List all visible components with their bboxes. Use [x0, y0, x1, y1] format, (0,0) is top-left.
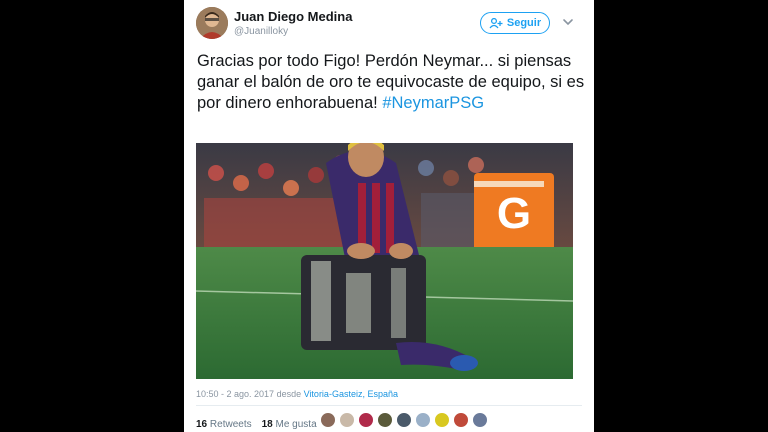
likes-stat[interactable]: 18 Me gusta: [262, 419, 317, 430]
likes-count: 18: [261, 419, 273, 430]
liker-avatar[interactable]: [472, 412, 488, 428]
retweets-label: Retweets: [209, 419, 252, 430]
liker-avatar[interactable]: [434, 412, 450, 428]
liker-avatar[interactable]: [415, 412, 431, 428]
follow-button[interactable]: Seguir: [480, 12, 550, 34]
tweet-card: Juan Diego Medina @Juanilloky Seguir Gra…: [184, 0, 594, 432]
liker-avatar[interactable]: [453, 412, 469, 428]
tweet-photo[interactable]: G: [196, 143, 573, 379]
liker-avatar[interactable]: [377, 412, 393, 428]
tweet-timestamp: 10:50 - 2 ago. 2017 desde Vitoria-Gastei…: [196, 389, 398, 399]
retweets-stat[interactable]: 16 Retweets: [196, 419, 252, 430]
location-link[interactable]: Vitoria-Gasteiz, España: [304, 389, 398, 399]
user-handle[interactable]: @Juanilloky: [234, 26, 288, 37]
liker-avatar[interactable]: [358, 412, 374, 428]
add-person-icon: [489, 17, 503, 28]
tweet-stats: 16 Retweets 18 Me gusta: [196, 419, 317, 430]
display-name[interactable]: Juan Diego Medina: [234, 9, 352, 24]
hashtag-link[interactable]: #NeymarPSG: [382, 94, 484, 112]
chevron-down-icon[interactable]: [562, 16, 574, 28]
divider: [196, 405, 582, 406]
follow-label: Seguir: [506, 17, 542, 29]
liker-avatar[interactable]: [320, 412, 336, 428]
retweets-count: 16: [196, 419, 208, 430]
avatar[interactable]: [196, 7, 228, 39]
tweet-text: Gracias por todo Figo! Perdón Neymar... …: [197, 51, 587, 114]
photo-illustration: G: [196, 143, 573, 379]
liker-avatar[interactable]: [339, 412, 355, 428]
likes-label: Me gusta: [275, 419, 317, 430]
svg-text:G: G: [497, 189, 531, 238]
tweet-time: 10:50 - 2 ago. 2017 desde: [196, 389, 304, 399]
liker-avatar[interactable]: [396, 412, 412, 428]
likers-avatars: [320, 412, 488, 428]
